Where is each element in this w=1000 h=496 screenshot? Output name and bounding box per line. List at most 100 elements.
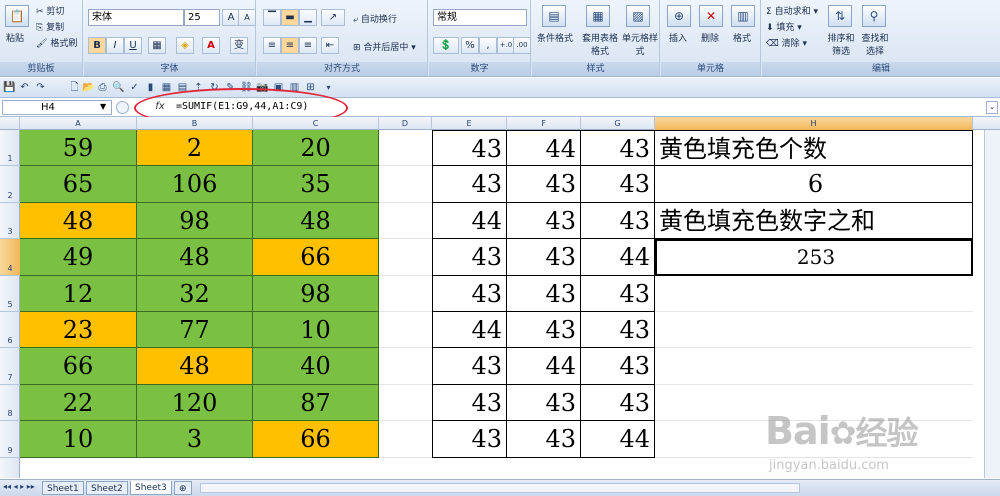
delete-icon[interactable]: ✕ (699, 5, 723, 27)
cell-h3[interactable]: 黄色填充色数字之和 (655, 202, 973, 240)
row-header-4[interactable]: 4 (0, 239, 20, 276)
cell-d4[interactable] (379, 239, 432, 276)
cell-b6[interactable]: 77 (137, 312, 253, 349)
preview-icon[interactable]: 🔍 (112, 81, 125, 94)
cell-a8[interactable]: 22 (20, 384, 137, 422)
italic-button[interactable]: I (106, 37, 124, 54)
cell-h1[interactable]: 黄色填充色个数 (655, 130, 973, 167)
sheet-tab-3[interactable]: Sheet3 (130, 481, 172, 495)
cell-e4[interactable]: 43 (432, 239, 507, 276)
sort-filter-button[interactable]: 排序和筛选 (824, 31, 858, 57)
align-left-icon[interactable]: ≡ (263, 37, 281, 54)
currency-icon[interactable]: 💲 (433, 37, 459, 54)
align-right-icon[interactable]: ≡ (299, 37, 317, 54)
column-header-f[interactable]: F (507, 117, 581, 130)
format-icon[interactable]: ▥ (731, 5, 755, 27)
undo-icon[interactable]: ↶ (18, 81, 31, 94)
cell-d3[interactable] (379, 203, 432, 240)
open-icon[interactable]: 📂 (82, 81, 95, 94)
column-header-e[interactable]: E (432, 117, 507, 130)
tab-nav-arrows-icon[interactable]: ◂◂ ◂ ▸ ▸▸ (3, 482, 35, 491)
sheet-tab-2[interactable]: Sheet2 (86, 481, 128, 495)
cell-h6[interactable] (655, 312, 973, 349)
cell-a7[interactable]: 66 (20, 348, 137, 385)
autosum-button[interactable]: Σ 自动求和 ▾ (766, 4, 818, 17)
table-format-button[interactable]: 套用表格格式 (580, 31, 620, 57)
cell-e8[interactable]: 43 (432, 384, 507, 422)
paste-icon[interactable]: 📋 (5, 5, 29, 27)
cell-d6[interactable] (379, 312, 432, 349)
phonetic-button[interactable]: 变 (230, 37, 248, 54)
column-header-c[interactable]: C (253, 117, 379, 130)
cell-b1[interactable]: 2 (137, 130, 253, 167)
find-select-button[interactable]: 查找和选择 (858, 31, 892, 57)
column-header-d[interactable]: D (379, 117, 432, 130)
percent-button[interactable]: % (461, 37, 479, 54)
cell-b7[interactable]: 48 (137, 348, 253, 385)
font-size-select[interactable]: 25 (184, 9, 220, 26)
cell-style-icon[interactable]: ▨ (626, 5, 650, 27)
cell-c4[interactable]: 66 (253, 239, 379, 276)
name-box-dropdown-icon[interactable]: ▼ (100, 102, 106, 111)
conditional-format-button[interactable]: 条件格式 (537, 31, 577, 44)
cell-a2[interactable]: 65 (20, 166, 137, 203)
cell-d8[interactable] (379, 385, 432, 422)
cell-a9[interactable]: 10 (20, 421, 137, 458)
row-header-1[interactable]: 1 (0, 130, 20, 167)
cell-c3[interactable]: 48 (253, 202, 379, 240)
cell-d9[interactable] (379, 421, 432, 458)
cell-e1[interactable]: 43 (432, 130, 507, 167)
column-header-a[interactable]: A (20, 117, 137, 130)
cell-b4[interactable]: 48 (137, 239, 253, 276)
cell-c8[interactable]: 87 (253, 384, 379, 422)
align-center-icon[interactable]: ≡ (281, 37, 299, 54)
copy-button[interactable]: ⎘ 复制 (36, 20, 64, 33)
cancel-circle-icon[interactable] (116, 101, 129, 114)
name-box[interactable]: H4 (2, 100, 112, 115)
cell-b3[interactable]: 98 (137, 202, 253, 240)
cell-e5[interactable]: 43 (432, 275, 507, 312)
cell-d7[interactable] (379, 348, 432, 385)
cell-c5[interactable]: 98 (253, 275, 379, 312)
cell-a1[interactable]: 59 (20, 130, 137, 167)
cell-f3[interactable]: 43 (507, 202, 581, 240)
cell-g3[interactable]: 43 (581, 202, 655, 240)
format-painter-button[interactable]: 🖌 格式刷 (36, 36, 77, 49)
cell-a5[interactable]: 12 (20, 275, 137, 312)
format-button[interactable]: 格式 (733, 31, 751, 44)
cell-g5[interactable]: 43 (581, 275, 655, 312)
cell-b5[interactable]: 32 (137, 275, 253, 312)
comma-button[interactable]: , (479, 37, 497, 54)
cell-f2[interactable]: 43 (507, 166, 581, 203)
cell-c6[interactable]: 10 (253, 312, 379, 349)
select-all-corner[interactable] (0, 117, 20, 130)
cell-c7[interactable]: 40 (253, 348, 379, 385)
row-header-8[interactable]: 8 (0, 385, 20, 422)
cell-g7[interactable]: 43 (581, 348, 655, 385)
cell-e3[interactable]: 44 (432, 202, 507, 240)
insert-sheet-icon[interactable]: ⊕ (174, 481, 192, 495)
save-icon[interactable]: 💾 (3, 81, 16, 94)
cell-h5[interactable] (655, 276, 973, 312)
cell-f9[interactable]: 43 (507, 421, 581, 458)
wrap-text-button[interactable]: ⤶ 自动换行 (353, 12, 397, 25)
fill-color-icon[interactable]: ◈ (176, 37, 194, 54)
cell-f8[interactable]: 43 (507, 384, 581, 422)
underline-button[interactable]: U (124, 37, 142, 54)
column-header-h[interactable]: H (655, 117, 973, 130)
sheet-tab-1[interactable]: Sheet1 (42, 481, 84, 495)
table-format-icon[interactable]: ▦ (586, 5, 610, 27)
cell-d2[interactable] (379, 166, 432, 203)
cell-e9[interactable]: 43 (432, 421, 507, 458)
cell-b2[interactable]: 106 (137, 166, 253, 203)
border-icon[interactable]: ▦ (148, 37, 166, 54)
row-header-5[interactable]: 5 (0, 276, 20, 312)
row-header-6[interactable]: 6 (0, 312, 20, 349)
indent-decrease-icon[interactable]: ⇤ (321, 37, 339, 54)
cell-g8[interactable]: 43 (581, 384, 655, 422)
column-header-g[interactable]: G (581, 117, 655, 130)
align-top-icon[interactable]: ▔ (263, 9, 281, 26)
cell-d5[interactable] (379, 276, 432, 312)
spell-icon[interactable]: ✓ (128, 81, 141, 94)
cell-f1[interactable]: 44 (507, 130, 581, 167)
